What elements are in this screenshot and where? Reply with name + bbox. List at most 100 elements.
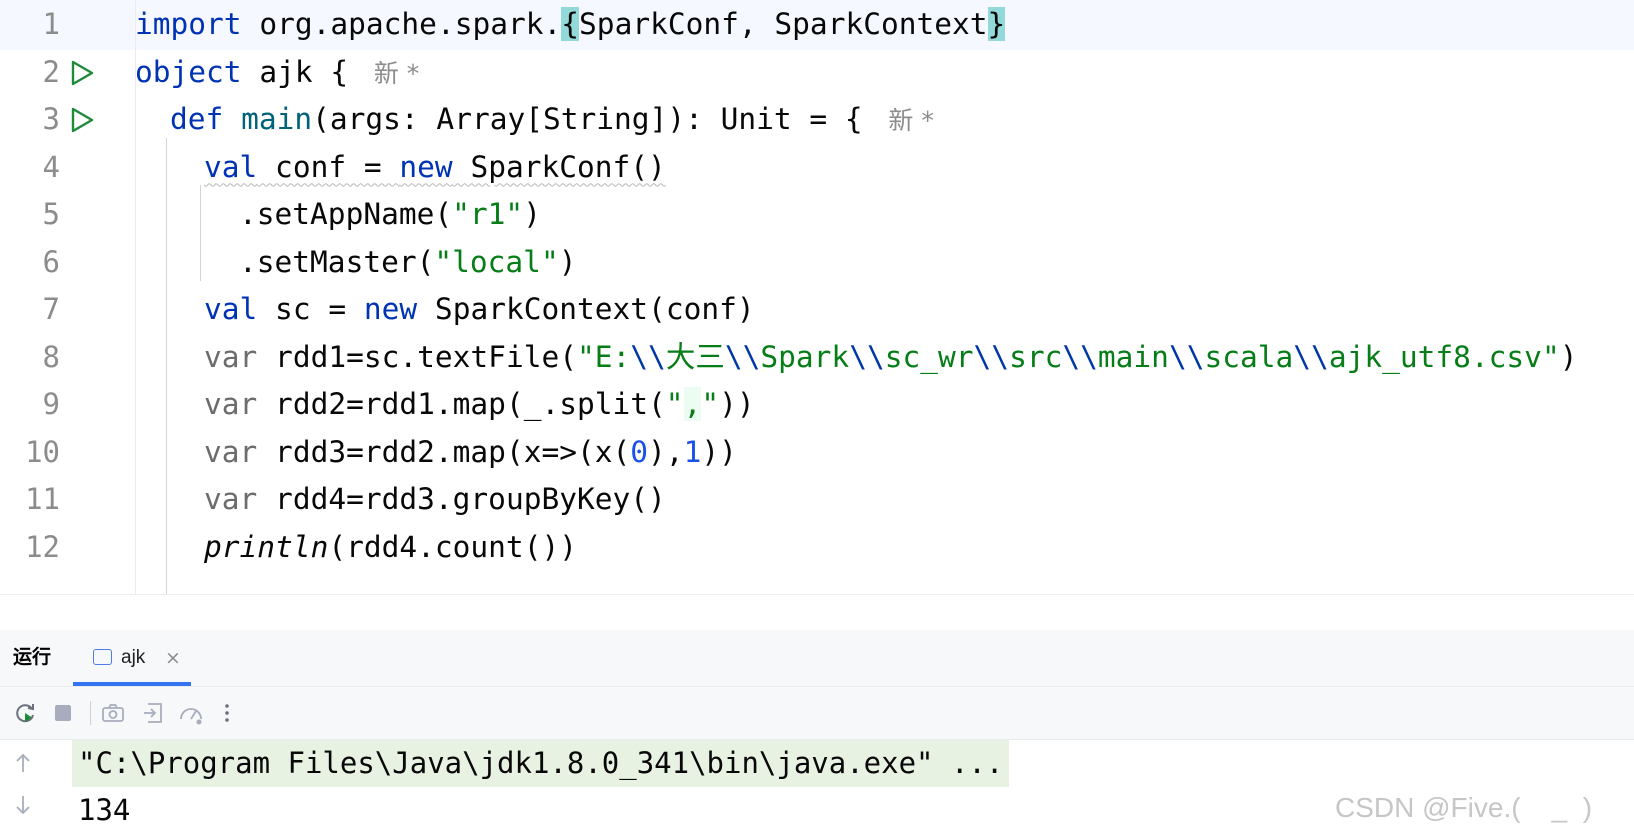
code-token: rdd3=rdd2.map(x=>(x( [257, 434, 631, 469]
code-token: main [241, 102, 313, 136]
code-token: \\ [1293, 339, 1329, 374]
code-text: var rdd3=rdd2.map(x=>(x(0),1)) [204, 428, 737, 478]
console-output-line: 134 [78, 793, 131, 827]
code-token: \\ [1168, 339, 1205, 374]
code-text: val conf = new SparkConf() [204, 143, 666, 193]
code-token: main [1097, 339, 1169, 374]
code-token: (args: Array[String]): Unit = { [312, 102, 881, 136]
stop-icon[interactable] [50, 700, 76, 726]
line-number: 3 [42, 102, 60, 136]
code-token: 大三 [665, 339, 725, 374]
run-gutter-icon[interactable] [68, 59, 96, 87]
code-token: \\ [1062, 339, 1098, 374]
code-token: , [683, 387, 702, 421]
code-text: object ajk { 新 * [135, 48, 419, 99]
toolbar-separator [90, 701, 91, 725]
code-text: var rdd4=rdd3.groupByKey() [204, 475, 666, 525]
line-number: 5 [42, 197, 60, 231]
code-token: "local" [434, 244, 559, 279]
tab-label: ajk [121, 647, 146, 668]
line-number: 12 [25, 529, 60, 564]
code-token: )) [719, 387, 755, 421]
rerun-icon[interactable] [12, 700, 38, 726]
code-token: var [204, 482, 258, 516]
code-token: SparkConf, SparkContext [579, 7, 988, 41]
code-token: new [363, 292, 418, 326]
code-token: src [1009, 339, 1063, 374]
code-line[interactable]: 10 var rdd3=rdd2.map(x=>(x(0),1)) [0, 428, 1634, 478]
code-token: .setMaster( [239, 244, 435, 279]
code-token: " [701, 387, 720, 421]
line-number: 10 [25, 434, 60, 469]
code-text: .setAppName("r1") [239, 190, 541, 240]
code-line[interactable]: 11 var rdd4=rdd3.groupByKey() [0, 475, 1634, 525]
line-number: 8 [42, 339, 60, 374]
watermark: CSDN @Five.( _ ) [1335, 792, 1593, 823]
code-token: conf = [257, 149, 400, 184]
code-line[interactable]: 3 def main(args: Array[String]): Unit = {… [0, 95, 1634, 145]
console-command-line: "C:\Program Files\Java\jdk1.8.0_341\bin\… [72, 740, 1010, 787]
code-token: rdd1=sc.textFile( [257, 339, 577, 374]
code-token: ajk { [241, 54, 366, 89]
code-lines: 1 import org.apache.spark.{SparkConf, Spa… [0, 0, 1634, 594]
code-token: var [204, 434, 258, 469]
code-line[interactable]: 1 import org.apache.spark.{SparkConf, Spa… [0, 0, 1634, 50]
scroll-up-icon[interactable] [10, 750, 36, 776]
code-token: org.apache.spark. [241, 7, 562, 41]
code-line[interactable]: 12 println(rdd4.count()) [0, 523, 1634, 573]
line-number: 11 [25, 482, 60, 516]
code-text: var rdd1=sc.textFile("E:\\大三\\Spark\\sc_… [204, 333, 1577, 383]
code-token: object [135, 54, 242, 89]
code-line[interactable]: 4 val conf = new SparkConf() [0, 143, 1634, 193]
run-gutter-icon[interactable] [68, 106, 96, 134]
code-token: "E: [577, 339, 631, 374]
code-token: ), [648, 434, 684, 469]
code-token: \\ [630, 339, 666, 374]
code-token: var [204, 387, 258, 421]
code-token: } [987, 7, 1006, 41]
more-vertical-icon[interactable] [214, 700, 240, 726]
code-token: ) [558, 244, 577, 279]
camera-icon[interactable] [100, 700, 126, 726]
author-inlay-hint[interactable]: 新 * [366, 59, 419, 88]
indent-guide [200, 185, 201, 281]
line-number: 4 [42, 149, 60, 184]
line-number: 9 [42, 387, 60, 421]
code-token: sc_wr [884, 339, 974, 374]
code-token: 1 [683, 434, 702, 469]
code-line[interactable]: 5 .setAppName("r1") [0, 190, 1634, 240]
code-token: SparkContext(conf) [417, 292, 755, 326]
code-line[interactable]: 2 object ajk { 新 * [0, 48, 1634, 98]
profiler-icon[interactable] [178, 700, 204, 726]
code-token: val [204, 292, 258, 326]
code-token: ajk_utf8.csv" [1328, 339, 1560, 374]
run-tab-bar: 运行 ajk × [0, 630, 1634, 687]
code-line[interactable]: 6 .setMaster("local") [0, 238, 1634, 288]
exit-icon[interactable] [140, 700, 166, 726]
code-token: )) [701, 434, 737, 469]
run-toolbar [0, 687, 1634, 740]
code-editor[interactable]: 1 import org.apache.spark.{SparkConf, Spa… [0, 0, 1634, 594]
scroll-down-icon[interactable] [10, 792, 36, 818]
close-icon[interactable]: × [165, 630, 181, 686]
code-token: " [665, 387, 684, 421]
code-token: scala [1204, 339, 1294, 374]
code-line[interactable]: 7 val sc = new SparkContext(conf) [0, 285, 1634, 335]
gutter-separator [135, 0, 136, 594]
code-line[interactable]: 8 var rdd1=sc.textFile("E:\\大三\\Spark\\sc… [0, 333, 1634, 383]
console-output[interactable]: "C:\Program Files\Java\jdk1.8.0_341\bin\… [0, 740, 1634, 836]
line-number: 1 [42, 7, 60, 41]
code-token: ) [1559, 339, 1578, 374]
code-text: def main(args: Array[String]): Unit = { … [170, 95, 934, 146]
code-token: (rdd4.count()) [328, 529, 577, 564]
author-inlay-hint[interactable]: 新 * [880, 106, 933, 135]
tab-ajk[interactable]: ajk × [73, 630, 191, 686]
code-line[interactable]: 9 var rdd2=rdd1.map(_.split(",")) [0, 380, 1634, 430]
code-token: println [204, 529, 329, 564]
code-text: .setMaster("local") [239, 238, 576, 288]
code-text: var rdd2=rdd1.map(_.split(",")) [204, 380, 755, 430]
code-text: import org.apache.spark.{SparkConf, Spar… [135, 0, 1006, 50]
code-token: .setAppName( [239, 197, 453, 231]
code-token: \\ [973, 339, 1010, 374]
